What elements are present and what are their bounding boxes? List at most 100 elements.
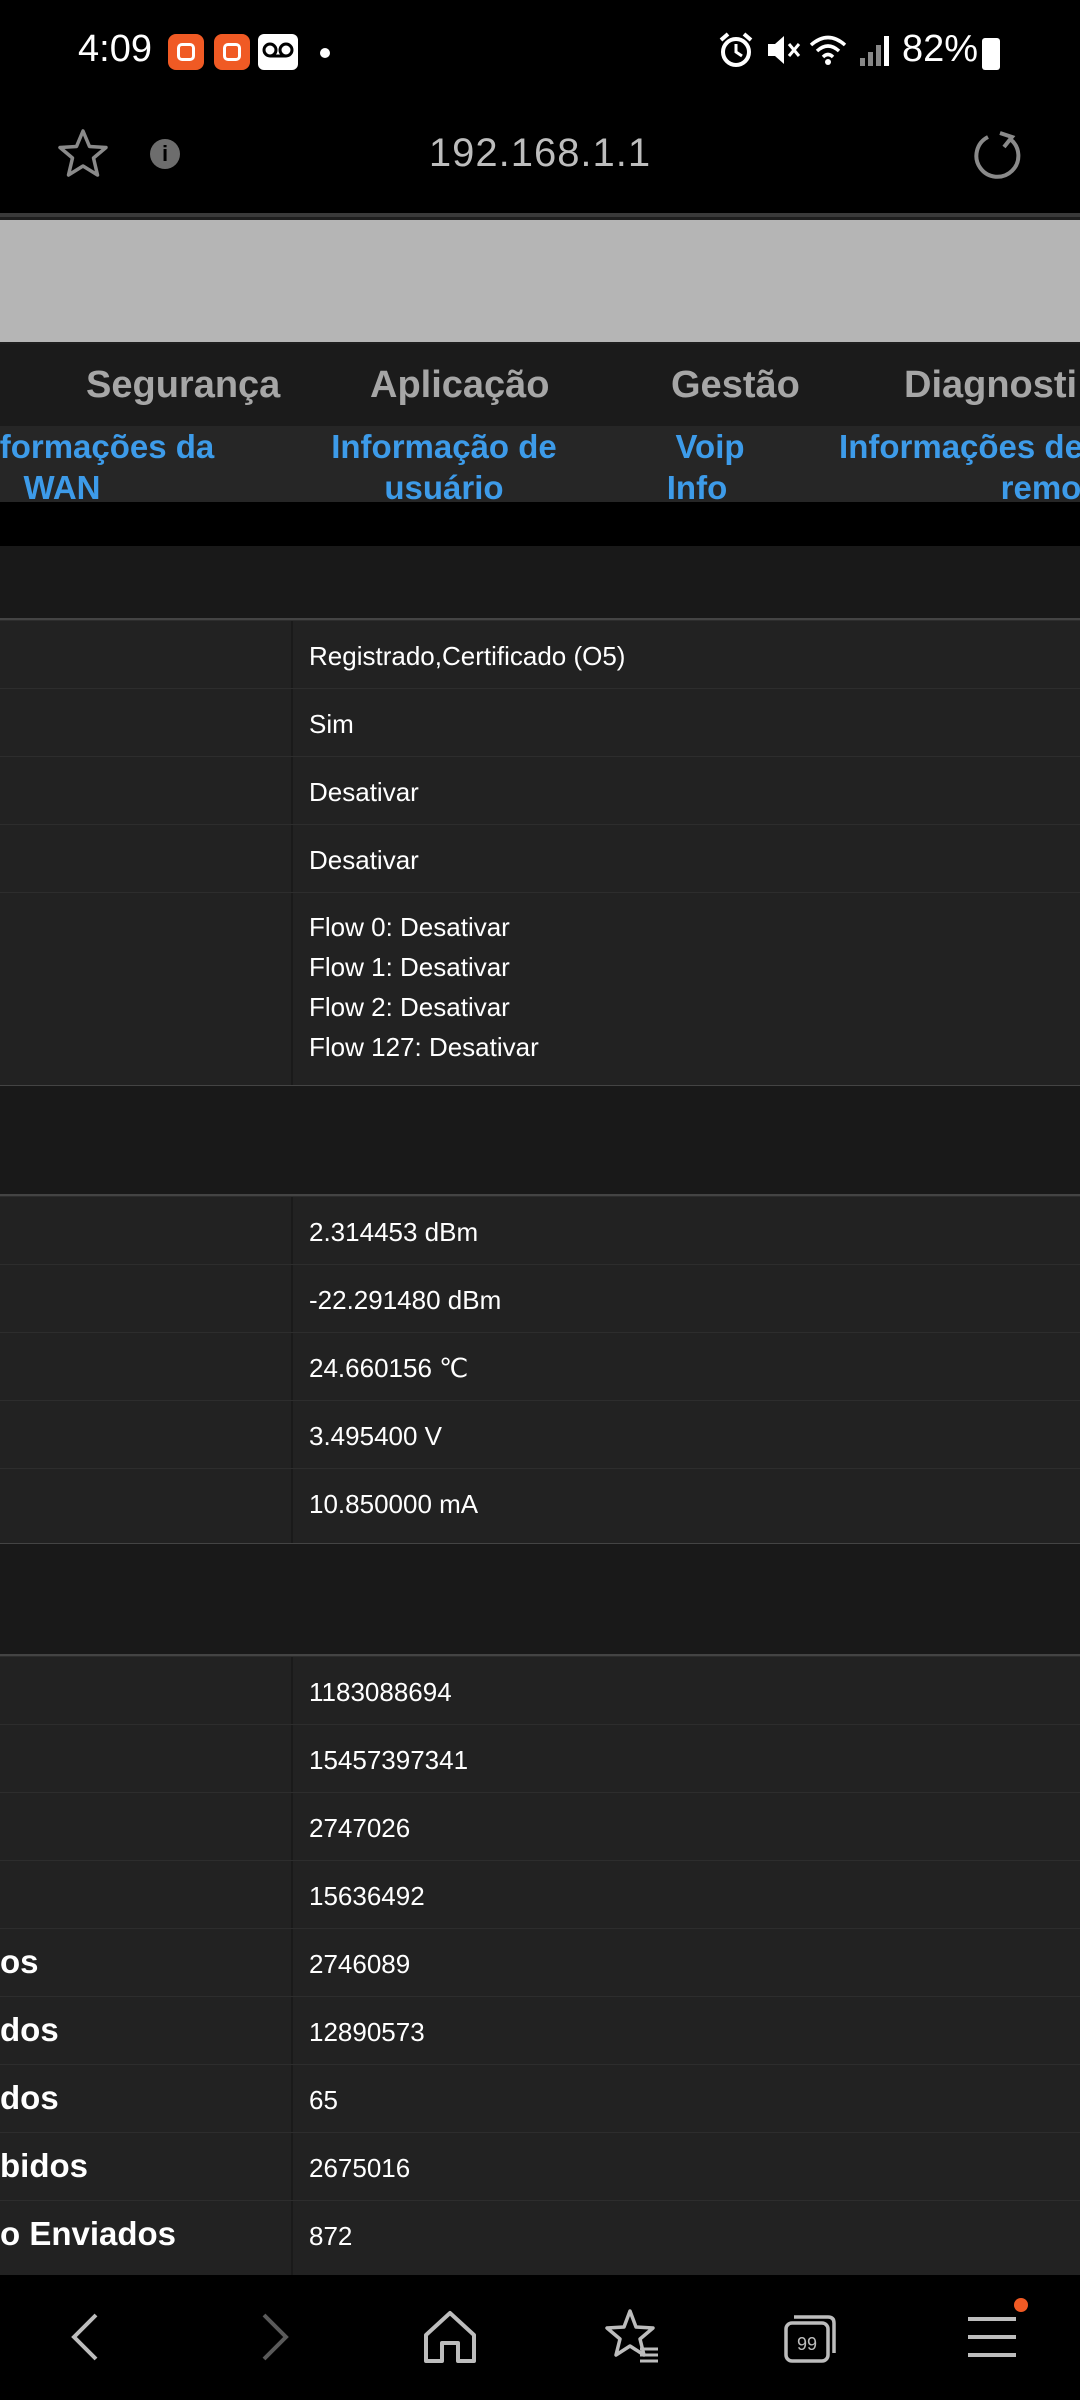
reload-icon[interactable] (970, 127, 1026, 183)
table-row: 2747026 (0, 1792, 1080, 1861)
menu-item-gestao[interactable]: Gestão (671, 364, 800, 407)
section-header (0, 546, 1080, 620)
home-icon[interactable] (418, 2305, 482, 2369)
table-row: 1183088694 (0, 1656, 1080, 1725)
menu-item-aplicacao[interactable]: Aplicação (370, 364, 550, 407)
table-row: -22.291480 dBm (0, 1264, 1080, 1333)
flow-item: Flow 2: Desativar (309, 992, 510, 1022)
alarm-icon (719, 32, 753, 67)
row-value: 2746089 (309, 1949, 411, 1979)
row-value: 3.495400 V (309, 1421, 443, 1451)
menu-notification-dot (1014, 2298, 1028, 2312)
label-cell: bidos (0, 2133, 293, 2201)
row-value: 15636492 (309, 1881, 425, 1911)
row-label: dos (0, 2079, 59, 2116)
label-cell (0, 893, 293, 1085)
browser-bottom-bar: 99 (0, 2275, 1080, 2400)
row-label: o Enviados (0, 2215, 177, 2252)
bookmarks-icon[interactable] (600, 2305, 664, 2369)
label-cell (0, 757, 293, 825)
table-row: Registrado,Certificado (O5) (0, 620, 1080, 689)
submenu-label-line1: Voip (675, 428, 745, 465)
menu-item-seguranca[interactable]: Segurança (86, 364, 280, 407)
label-cell: dos (0, 1997, 293, 2065)
label-cell (0, 621, 293, 689)
submenu-label-line2: usuário (384, 469, 504, 506)
label-cell (0, 1861, 293, 1929)
flow-item: Flow 1: Desativar (309, 952, 510, 982)
table-row: dos 12890573 (0, 1996, 1080, 2065)
submenu-item-user-info[interactable]: Informação de usuário (320, 426, 568, 508)
label-cell (0, 1265, 293, 1333)
submenu-label-line2: WAN (23, 469, 101, 506)
row-value: 24.660156 ℃ (309, 1353, 469, 1383)
app-notification-icon (214, 34, 250, 70)
label-cell (0, 1197, 293, 1265)
table-row: 24.660156 ℃ (0, 1332, 1080, 1401)
row-value: 12890573 (309, 2017, 425, 2047)
flow-item: Flow 127: Desativar (309, 1032, 539, 1062)
menu-item-diagnostico[interactable]: Diagnosti (904, 364, 1077, 407)
sub-menu: formações da WAN Informação de usuário V… (0, 426, 1080, 506)
table-row: o Enviados 872 (0, 2200, 1080, 2276)
row-value: 2747026 (309, 1813, 411, 1843)
table-row: 2.314453 dBm (0, 1196, 1080, 1265)
row-value: Registrado,Certificado (O5) (309, 641, 626, 671)
more-notifications-dot (320, 48, 330, 58)
section-header (0, 1544, 1080, 1656)
submenu-item-remote-info[interactable]: Informações de remo (826, 426, 1080, 508)
status-bar: 4:09 82% (0, 0, 1080, 105)
label-cell: os (0, 1929, 293, 1997)
label-cell: dos (0, 2065, 293, 2133)
row-value: -22.291480 dBm (309, 1285, 502, 1315)
submenu-item-wan-info[interactable]: formações da WAN (0, 426, 222, 508)
battery-percent: 82% (902, 28, 979, 70)
table-row: dos 65 (0, 2064, 1080, 2133)
row-label: bidos (0, 2147, 88, 2184)
row-value: Sim (309, 709, 354, 739)
table-row: 10.850000 mA (0, 1468, 1080, 1545)
table-row: Flow 0: Desativar Flow 1: Desativar Flow… (0, 892, 1080, 1087)
back-icon[interactable] (56, 2305, 120, 2369)
section-header (0, 1086, 1080, 1196)
table-row: os 2746089 (0, 1928, 1080, 1997)
page-banner (0, 220, 1080, 342)
mute-icon (768, 36, 801, 64)
label-cell (0, 1469, 293, 1543)
row-value: 65 (309, 2085, 338, 2115)
table-row: 3.495400 V (0, 1400, 1080, 1469)
submenu-label-line1: Informação de (331, 428, 557, 465)
row-value: 1183088694 (309, 1677, 452, 1707)
table-row: Desativar (0, 824, 1080, 893)
main-menu: Segurança Aplicação Gestão Diagnosti (0, 344, 1080, 426)
table-row: 15457397341 (0, 1724, 1080, 1793)
forward-icon[interactable] (240, 2305, 304, 2369)
row-value: 2675016 (309, 2153, 411, 2183)
flow-status-list: Flow 0: Desativar Flow 1: Desativar Flow… (309, 907, 539, 1067)
label-cell (0, 689, 293, 757)
battery-icon (982, 38, 1000, 70)
label-cell (0, 1725, 293, 1793)
table-row: Sim (0, 688, 1080, 757)
wifi-icon (809, 35, 847, 65)
label-cell (0, 825, 293, 893)
table-row: Desativar (0, 756, 1080, 825)
signal-icon (860, 36, 889, 66)
svg-text:99: 99 (797, 2334, 817, 2354)
voicemail-icon (258, 34, 298, 70)
row-value: 2.314453 dBm (309, 1217, 479, 1247)
flow-item: Flow 0: Desativar (309, 912, 510, 942)
label-cell (0, 1793, 293, 1861)
submenu-item-voip-info[interactable]: Voip Info (660, 426, 750, 508)
submenu-label-line1: formações da (0, 428, 215, 465)
row-value: 872 (309, 2221, 353, 2251)
label-cell (0, 1333, 293, 1401)
app-notification-icon (168, 34, 204, 70)
status-time: 4:09 (78, 28, 152, 70)
url-text[interactable]: 192.168.1.1 (0, 131, 1080, 176)
browser-url-bar: i 192.168.1.1 (0, 105, 1080, 217)
menu-icon[interactable] (960, 2305, 1024, 2369)
tabs-icon[interactable]: 99 (778, 2305, 842, 2369)
row-label: dos (0, 2011, 59, 2048)
submenu-label-line2: remo (1000, 469, 1080, 506)
